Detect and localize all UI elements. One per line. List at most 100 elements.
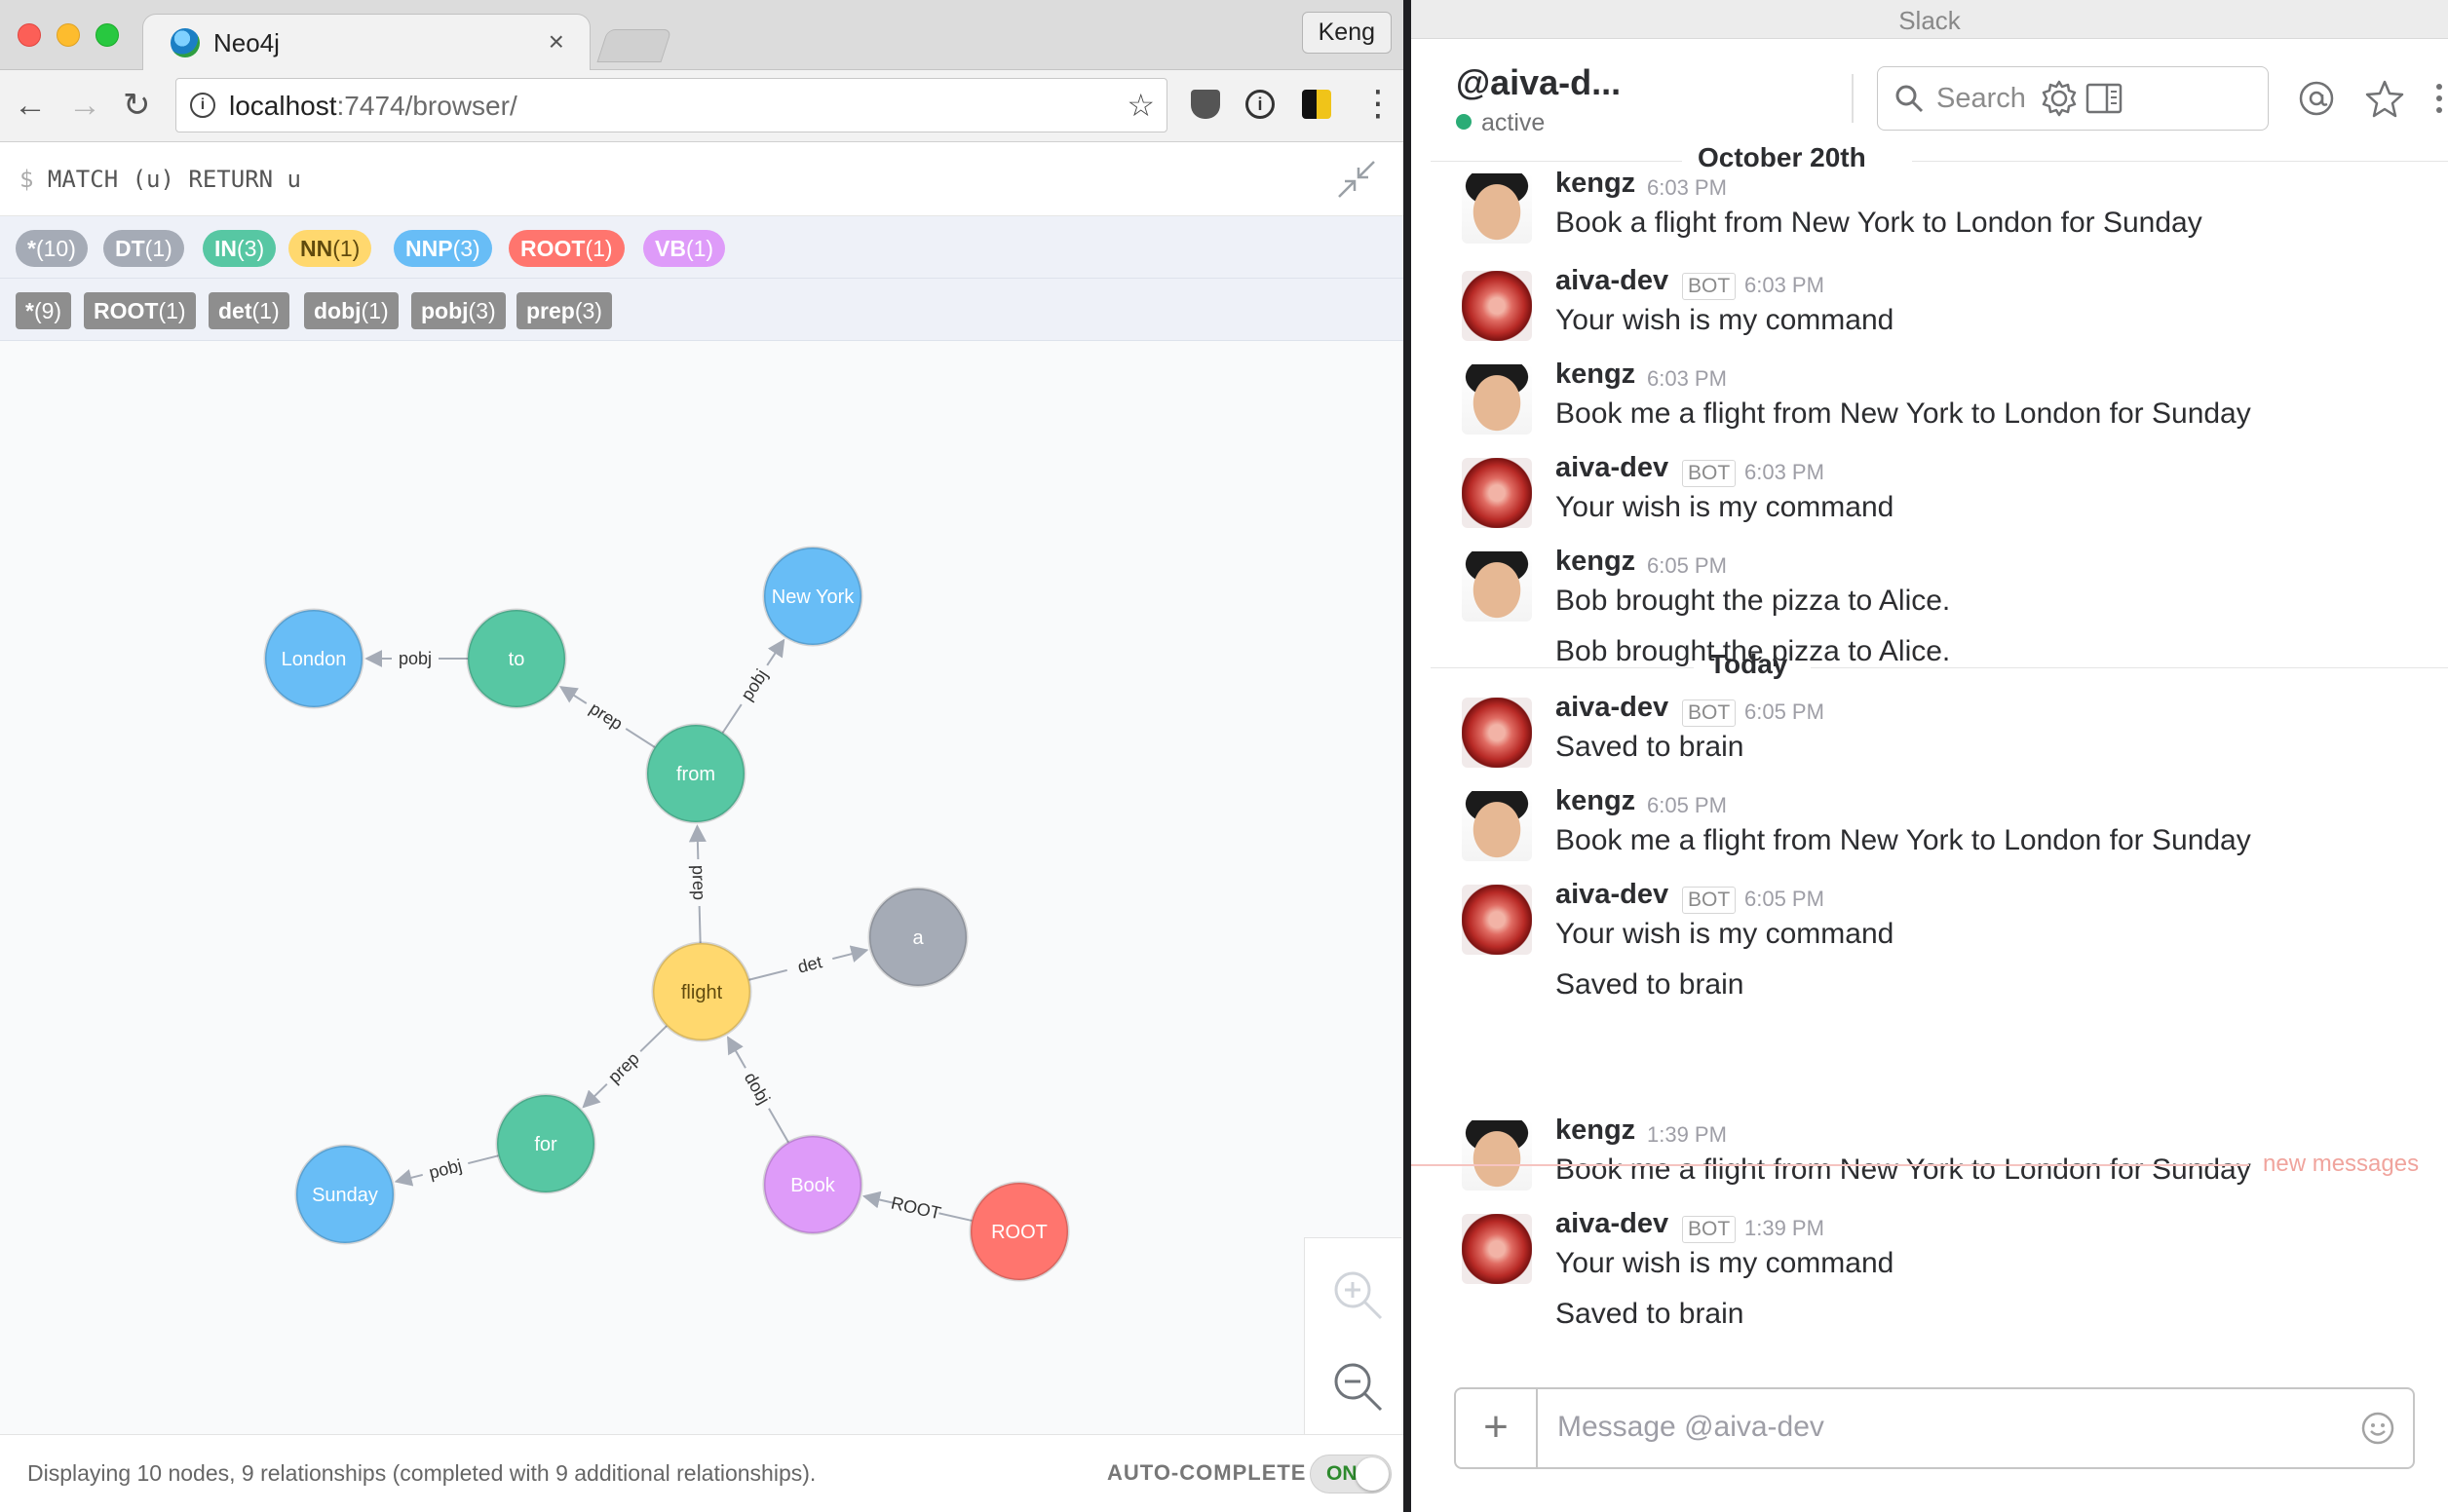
message-author[interactable]: kengz	[1555, 546, 1635, 578]
message-input[interactable]: Message @aiva-dev	[1557, 1411, 1824, 1444]
graph-node[interactable]: Sunday	[294, 1144, 396, 1245]
message-timestamp[interactable]: 6:05 PM	[1744, 699, 1824, 725]
message-author[interactable]: aiva-dev	[1555, 265, 1668, 297]
graph-node[interactable]: Book	[762, 1134, 863, 1235]
channel-name[interactable]: @aiva-d...	[1456, 62, 1621, 103]
message-timestamp[interactable]: 6:05 PM	[1647, 793, 1727, 818]
message-author[interactable]: kengz	[1555, 785, 1635, 817]
zoom-in-icon[interactable]	[1328, 1266, 1387, 1324]
node-label-pill[interactable]: NN(1)	[288, 230, 372, 267]
message-author[interactable]: kengz	[1555, 359, 1635, 391]
relationship-type-pill[interactable]: ROOT(1)	[84, 292, 196, 329]
zoom-out-icon[interactable]	[1328, 1357, 1387, 1416]
star-icon[interactable]	[2364, 78, 2405, 119]
emoji-icon[interactable]	[2360, 1411, 2395, 1446]
relationship-edge[interactable]: dobj	[727, 1036, 789, 1144]
relationship-type-pill[interactable]: *(9)	[16, 292, 72, 329]
relationship-edge[interactable]: ROOT	[861, 1191, 973, 1225]
relationship-edge[interactable]: prep	[558, 686, 656, 748]
relationship-edge[interactable]: pobj	[721, 638, 785, 734]
more-options-icon[interactable]	[2430, 78, 2448, 119]
graph-node[interactable]: New York	[762, 546, 863, 647]
message-timestamp[interactable]: 6:05 PM	[1744, 887, 1824, 912]
header-divider	[1852, 74, 1854, 123]
relationship-edge[interactable]: pobj	[394, 1153, 499, 1187]
node-label-pill[interactable]: ROOT(1)	[509, 230, 625, 267]
pocket-extension-icon[interactable]	[1191, 90, 1220, 119]
result-footer: Displaying 10 nodes, 9 relationships (co…	[0, 1434, 1403, 1512]
query-editor[interactable]: $ MATCH (u) RETURN u	[19, 166, 301, 193]
relationship-type-pill[interactable]: prep(3)	[516, 292, 612, 329]
graph-node[interactable]: from	[645, 723, 746, 824]
user-avatar[interactable]	[1462, 551, 1532, 622]
user-avatar[interactable]	[1462, 1120, 1532, 1191]
message-timestamp[interactable]: 6:03 PM	[1647, 175, 1727, 201]
profile-button[interactable]: Keng	[1301, 12, 1392, 54]
relationship-type-pill[interactable]: dobj(1)	[304, 292, 399, 329]
minimize-window-button[interactable]	[57, 23, 80, 47]
relationship-edge[interactable]: prep	[582, 1025, 668, 1109]
forward-icon[interactable]: →	[68, 88, 101, 123]
relationship-edge[interactable]: pobj	[364, 648, 468, 669]
graph-node[interactable]: flight	[651, 941, 752, 1042]
address-bar[interactable]: i localhost:7474/browser/ ☆	[175, 78, 1167, 132]
search-input[interactable]: Search	[1877, 66, 2269, 131]
bot-avatar[interactable]	[1462, 1214, 1532, 1284]
message-timestamp[interactable]: 6:03 PM	[1744, 273, 1824, 298]
graph-visualization[interactable]: pobj prep pobj prep det prep pobj dobj ROOT Londo…	[0, 341, 1304, 1434]
bot-avatar[interactable]	[1462, 698, 1532, 768]
node-label-pill[interactable]: *(10)	[16, 230, 88, 267]
node-label-pill[interactable]: NNP(3)	[394, 230, 492, 267]
pen-extension-icon[interactable]	[1302, 90, 1331, 119]
message-author[interactable]: kengz	[1555, 1115, 1635, 1147]
message-author[interactable]: kengz	[1555, 168, 1635, 200]
graph-node[interactable]: ROOT	[969, 1181, 1070, 1282]
graph-node[interactable]: London	[263, 608, 364, 709]
message-timestamp[interactable]: 6:05 PM	[1647, 553, 1727, 579]
user-avatar[interactable]	[1462, 364, 1532, 435]
relationship-type-pill[interactable]: pobj(3)	[411, 292, 506, 329]
message-timestamp[interactable]: 1:39 PM	[1647, 1122, 1727, 1148]
new-tab-button[interactable]	[596, 29, 672, 62]
relationship-type-count: (1)	[361, 298, 389, 323]
message-timestamp[interactable]: 6:03 PM	[1744, 460, 1824, 485]
message-author[interactable]: aiva-dev	[1555, 452, 1668, 484]
site-info-icon[interactable]: i	[190, 93, 215, 118]
graph-node[interactable]: a	[867, 887, 969, 988]
close-window-button[interactable]	[18, 23, 41, 47]
attach-plus-button[interactable]: +	[1456, 1389, 1538, 1467]
tab-neo4j[interactable]: Neo4j ×	[142, 14, 591, 70]
bookmark-star-icon[interactable]: ☆	[1127, 87, 1155, 124]
bot-avatar[interactable]	[1462, 885, 1532, 955]
tab-close-icon[interactable]: ×	[549, 26, 564, 57]
relationship-edge[interactable]: prep	[687, 824, 710, 944]
graph-canvas[interactable]: pobj prep pobj prep det prep pobj dobj ROOT Londo…	[0, 341, 1403, 1434]
info-extension-icon[interactable]: i	[1245, 90, 1275, 119]
message-timestamp[interactable]: 1:39 PM	[1744, 1216, 1824, 1241]
node-label-pill[interactable]: IN(3)	[203, 230, 277, 267]
node-label-pill[interactable]: DT(1)	[103, 230, 184, 267]
message-author[interactable]: aiva-dev	[1555, 879, 1668, 911]
mentions-at-icon[interactable]	[2296, 78, 2337, 119]
search-placeholder: Search	[1936, 83, 2026, 114]
message-text: Bob brought the pizza to Alice.	[1555, 635, 1951, 667]
message-timestamp[interactable]: 6:03 PM	[1647, 366, 1727, 392]
message-composer[interactable]: + Message @aiva-dev	[1454, 1387, 2415, 1469]
graph-node[interactable]: to	[466, 608, 567, 709]
browser-menu-icon[interactable]: ⋮	[1360, 84, 1396, 123]
message-author[interactable]: aiva-dev	[1555, 692, 1668, 724]
back-icon[interactable]: ←	[14, 88, 47, 123]
user-avatar[interactable]	[1462, 173, 1532, 244]
zoom-window-button[interactable]	[96, 23, 119, 47]
bot-avatar[interactable]	[1462, 458, 1532, 528]
bot-avatar[interactable]	[1462, 271, 1532, 341]
collapse-icon[interactable]	[1337, 160, 1376, 199]
user-avatar[interactable]	[1462, 791, 1532, 861]
relationship-edge[interactable]: det	[748, 945, 869, 981]
relationship-type-pill[interactable]: det(1)	[209, 292, 289, 329]
graph-node[interactable]: for	[495, 1093, 596, 1194]
message-author[interactable]: aiva-dev	[1555, 1208, 1668, 1240]
autocomplete-toggle[interactable]: ON	[1310, 1455, 1392, 1493]
node-label-pill[interactable]: VB(1)	[643, 230, 726, 267]
reload-icon[interactable]: ↻	[123, 88, 151, 123]
